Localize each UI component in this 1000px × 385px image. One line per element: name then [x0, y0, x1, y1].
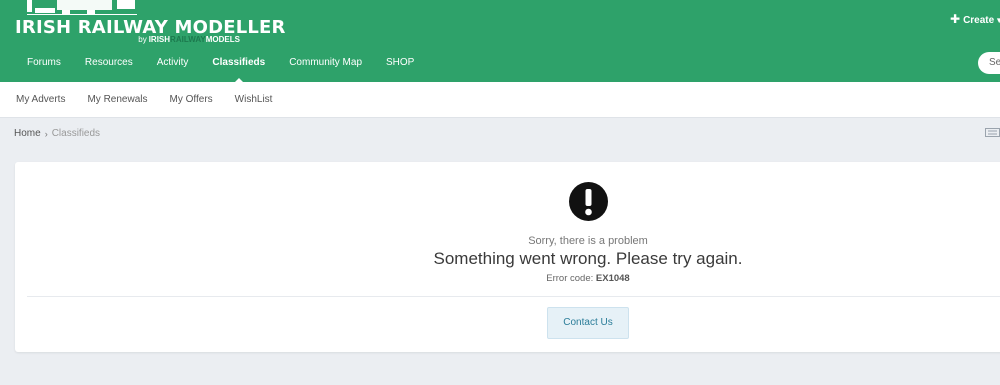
- plus-icon: ✚: [950, 12, 961, 26]
- create-label: Create: [963, 15, 995, 26]
- error-code-value: EX1048: [595, 273, 630, 284]
- main-nav: Forums Resources Activity Classifieds Co…: [15, 56, 426, 83]
- exclamation-circle-icon: [569, 182, 608, 221]
- nav-item-forums[interactable]: Forums: [15, 56, 73, 69]
- search-input[interactable]: Se: [978, 52, 1000, 74]
- nav-item-activity[interactable]: Activity: [145, 56, 201, 69]
- nav-item-classifieds[interactable]: Classifieds: [200, 56, 277, 83]
- chevron-right-icon: ›: [44, 128, 48, 139]
- error-subtitle: Sorry, there is a problem: [528, 235, 648, 247]
- breadcrumb-current[interactable]: Classifieds: [52, 128, 100, 139]
- search-placeholder: Se: [989, 57, 1000, 68]
- subnav-item-my-adverts[interactable]: My Adverts: [5, 82, 76, 117]
- nav-item-resources[interactable]: Resources: [73, 56, 145, 69]
- breadcrumb: Home › Classifieds: [14, 128, 100, 139]
- breadcrumb-home[interactable]: Home: [14, 128, 41, 139]
- caret-down-icon: ▼: [995, 16, 1000, 25]
- subnav-item-wishlist[interactable]: WishList: [224, 82, 284, 117]
- logo-train-graphic: [27, 0, 137, 15]
- sub-nav: My Adverts My Renewals My Offers WishLis…: [0, 82, 1000, 118]
- subnav-item-my-renewals[interactable]: My Renewals: [76, 82, 158, 117]
- contact-us-button[interactable]: Contact Us: [547, 307, 629, 339]
- error-title: Something went wrong. Please try again.: [433, 249, 743, 268]
- nav-item-community-map[interactable]: Community Map: [277, 56, 374, 69]
- divider: [27, 296, 1000, 297]
- nav-item-shop[interactable]: SHOP: [374, 56, 426, 69]
- create-menu-button[interactable]: ✚ Create▼: [950, 12, 1000, 26]
- error-code-label: Error code:: [546, 273, 594, 284]
- error-card: Sorry, there is a problem Something went…: [15, 162, 1000, 352]
- site-header: IRISH RAILWAY MODELLER by IRISHRAILWAYMOD…: [0, 0, 1000, 83]
- grid-icon[interactable]: [985, 128, 1000, 137]
- logo-subtitle: by IRISHRAILWAYMODELS: [138, 35, 240, 44]
- subnav-item-my-offers[interactable]: My Offers: [159, 82, 224, 117]
- error-code: Error code: EX1048: [15, 273, 1000, 284]
- site-logo[interactable]: IRISH RAILWAY MODELLER by IRISHRAILWAYMOD…: [15, 0, 285, 46]
